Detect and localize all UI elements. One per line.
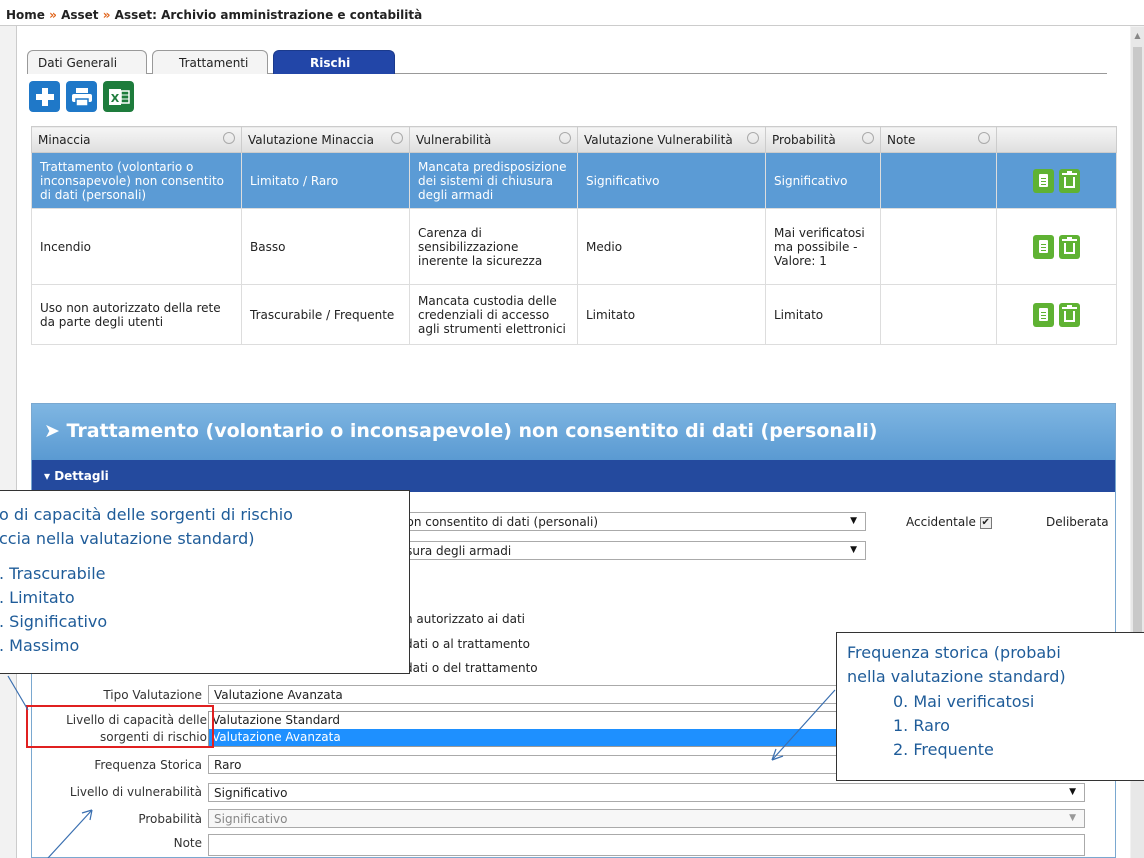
callout-right-item: 2. Frequente [893, 740, 994, 759]
callout-left-line2: ccia nella valutazione standard) [0, 529, 255, 548]
callout-left-line1: o di capacità delle sorgenti di rischio [0, 505, 293, 524]
callout-left-item: . Limitato [0, 588, 75, 607]
callout-right-item: 1. Raro [893, 716, 950, 735]
callout-left-item: . Trascurabile [0, 564, 106, 583]
callout-left-item: . Significativo [0, 612, 108, 631]
callout-left-item: . Massimo [0, 636, 80, 655]
callout-right-item: 0. Mai verificatosi [893, 692, 1035, 711]
callout-right-line1: Frequenza storica (probabi [847, 643, 1061, 662]
callout-right-line2: nella valutazione standard) [847, 667, 1066, 686]
callout-frequenza-storica: Frequenza storica (probabi nella valutaz… [836, 632, 1144, 781]
callout-livello-capacita: o di capacità delle sorgenti di rischio … [0, 490, 410, 674]
